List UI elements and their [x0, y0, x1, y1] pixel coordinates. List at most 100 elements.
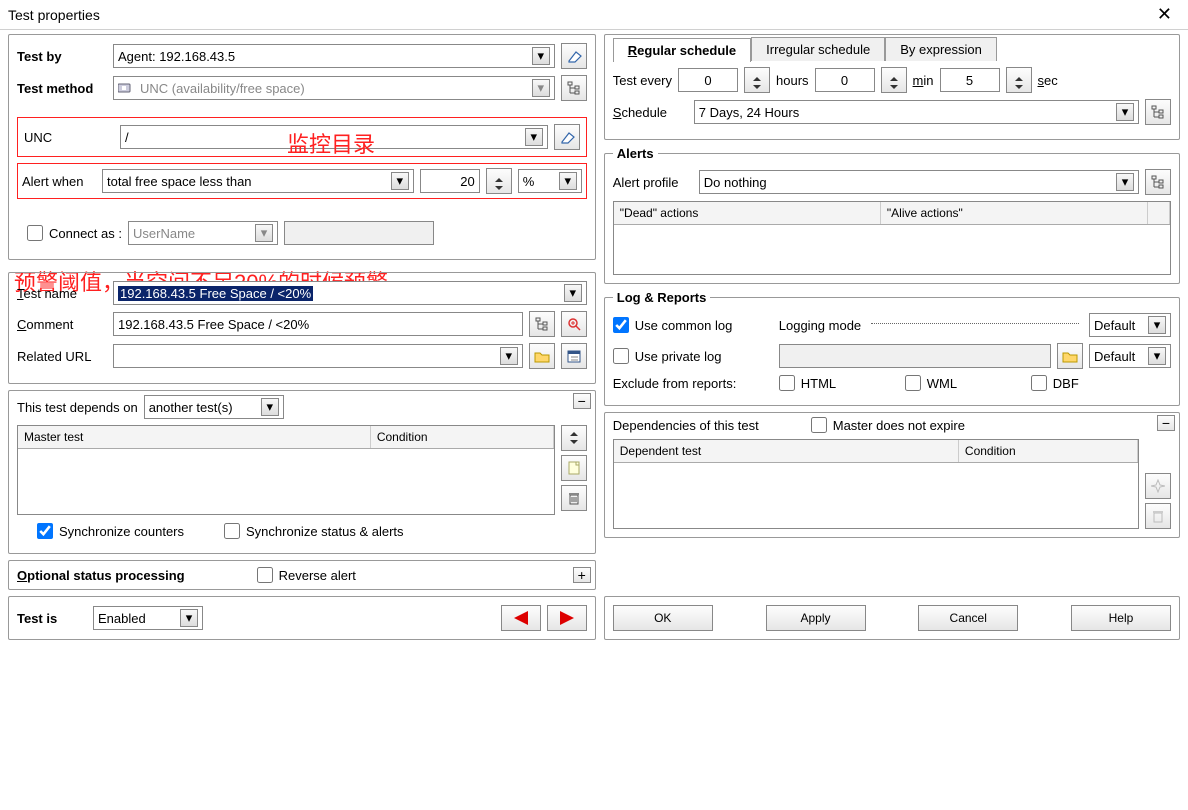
test-name-input[interactable]: 192.168.43.5 Free Space / <20% ▾: [113, 281, 587, 305]
common-log-checkbox[interactable]: [613, 317, 629, 333]
chevron-down-icon[interactable]: ▾: [261, 398, 279, 416]
alert-when-label: Alert when: [22, 174, 96, 189]
chevron-down-icon[interactable]: ▾: [1116, 103, 1134, 121]
log-reports-group: Log & Reports Use common log Logging mod…: [604, 290, 1180, 406]
alert-value-input[interactable]: [420, 169, 480, 193]
spark-icon[interactable]: [1145, 473, 1171, 499]
tree-icon[interactable]: [529, 311, 555, 337]
private-log-path[interactable]: [779, 344, 1051, 368]
min-input[interactable]: [815, 68, 875, 92]
tab-by-expression[interactable]: By expression: [885, 37, 997, 61]
cancel-button[interactable]: Cancel: [918, 605, 1018, 631]
prev-button[interactable]: [501, 605, 541, 631]
arrow-right-icon: [560, 611, 574, 625]
spinner-icon[interactable]: [881, 67, 907, 93]
unc-input[interactable]: / ▾: [120, 125, 548, 149]
sec-input[interactable]: [940, 68, 1000, 92]
related-url-input[interactable]: ▾: [113, 344, 523, 368]
apply-button[interactable]: Apply: [766, 605, 866, 631]
expand-icon[interactable]: +: [573, 567, 591, 583]
exclude-wml-checkbox[interactable]: [905, 375, 921, 391]
folder-open-icon[interactable]: [1057, 343, 1083, 369]
chevron-down-icon[interactable]: ▾: [559, 172, 577, 190]
common-log-mode[interactable]: Default▾: [1089, 313, 1171, 337]
method-select[interactable]: UNC (availability/free space) ▾: [113, 76, 555, 100]
test-every-label: Test every: [613, 73, 672, 88]
eraser-icon[interactable]: [554, 124, 580, 150]
folder-open-icon[interactable]: [529, 343, 555, 369]
tree-icon[interactable]: [1145, 99, 1171, 125]
reverse-alert-checkbox[interactable]: [257, 567, 273, 583]
eraser-icon[interactable]: [561, 43, 587, 69]
private-log-checkbox[interactable]: [613, 348, 629, 364]
trash-icon[interactable]: [1145, 503, 1171, 529]
tree-icon[interactable]: [1145, 169, 1171, 195]
exclude-label: Exclude from reports:: [613, 376, 773, 391]
tree-icon[interactable]: [561, 75, 587, 101]
spinner-icon[interactable]: [486, 168, 512, 194]
spinner-icon[interactable]: [1006, 67, 1032, 93]
chevron-down-icon[interactable]: ▾: [1148, 347, 1166, 365]
help-button[interactable]: Help: [1071, 605, 1171, 631]
password-input[interactable]: [284, 221, 434, 245]
agent-select[interactable]: Agent: 192.168.43.5 ▾: [113, 44, 555, 68]
unc-icon: [118, 82, 136, 94]
chevron-down-icon[interactable]: ▾: [391, 172, 409, 190]
chevron-down-icon[interactable]: ▾: [500, 347, 518, 365]
tab-irregular-schedule[interactable]: Irregular schedule: [751, 37, 885, 61]
master-not-expire-checkbox[interactable]: [811, 417, 827, 433]
private-log-mode[interactable]: Default▾: [1089, 344, 1171, 368]
depends-on-select[interactable]: another test(s) ▾: [144, 395, 284, 419]
trash-icon[interactable]: [561, 485, 587, 511]
comment-label: Comment: [17, 317, 107, 332]
chevron-down-icon[interactable]: ▾: [1148, 316, 1166, 334]
username-select[interactable]: UserName ▾: [128, 221, 278, 245]
optional-status-group: + Optional status processing Reverse ale…: [8, 560, 596, 590]
sync-status-checkbox[interactable]: [224, 523, 240, 539]
optional-status-label: Optional status processing: [17, 568, 185, 583]
window-title: Test properties: [8, 7, 100, 23]
chevron-down-icon[interactable]: ▾: [1116, 173, 1134, 191]
chevron-down-icon[interactable]: ▾: [564, 284, 582, 302]
schedule-select[interactable]: 7 Days, 24 Hours ▾: [694, 100, 1139, 124]
schedule-tabs: Regular schedule Irregular schedule By e…: [613, 37, 1171, 61]
titlebar: Test properties ✕: [0, 0, 1188, 30]
master-test-list[interactable]: Master test Condition: [17, 425, 555, 515]
new-doc-icon[interactable]: [561, 455, 587, 481]
calendar-icon[interactable]: [561, 343, 587, 369]
chevron-down-icon[interactable]: ▾: [532, 47, 550, 65]
alert-condition-select[interactable]: total free space less than ▾: [102, 169, 414, 193]
collapse-icon[interactable]: −: [573, 393, 591, 409]
spinner-icon[interactable]: [744, 67, 770, 93]
exclude-dbf-checkbox[interactable]: [1031, 375, 1047, 391]
chevron-down-icon[interactable]: ▾: [525, 128, 543, 146]
arrow-left-icon: [514, 611, 528, 625]
actions-list[interactable]: "Dead" actions "Alive actions": [613, 201, 1171, 275]
test-is-label: Test is: [17, 611, 87, 626]
exclude-html-checkbox[interactable]: [779, 375, 795, 391]
collapse-icon[interactable]: −: [1157, 415, 1175, 431]
sync-counters-checkbox[interactable]: [37, 523, 53, 539]
depends-on-label: This test depends on: [17, 400, 138, 415]
comment-input[interactable]: [113, 312, 523, 336]
schedule-group: Regular schedule Irregular schedule By e…: [604, 34, 1180, 140]
test-name-label: Test name: [17, 286, 107, 301]
next-button[interactable]: [547, 605, 587, 631]
hours-input[interactable]: [678, 68, 738, 92]
connect-as-checkbox[interactable]: [27, 225, 43, 241]
close-icon[interactable]: ✕: [1149, 4, 1180, 25]
dependent-test-list[interactable]: Dependent test Condition: [613, 439, 1139, 529]
ok-button[interactable]: OK: [613, 605, 713, 631]
chevron-down-icon[interactable]: ▾: [180, 609, 198, 627]
chevron-down-icon[interactable]: ▾: [255, 224, 273, 242]
magnify-icon[interactable]: [561, 311, 587, 337]
dependencies-group: − Dependencies of this test Master does …: [604, 412, 1180, 538]
dialog-buttons-group: OK Apply Cancel Help: [604, 596, 1180, 640]
test-is-select[interactable]: Enabled ▾: [93, 606, 203, 630]
depends-on-group: − This test depends on another test(s) ▾…: [8, 390, 596, 554]
alert-profile-select[interactable]: Do nothing ▾: [699, 170, 1139, 194]
chevron-down-icon[interactable]: ▾: [532, 79, 550, 97]
tab-regular-schedule[interactable]: Regular schedule: [613, 38, 751, 62]
sort-icon[interactable]: [561, 425, 587, 451]
alert-unit-select[interactable]: % ▾: [518, 169, 582, 193]
